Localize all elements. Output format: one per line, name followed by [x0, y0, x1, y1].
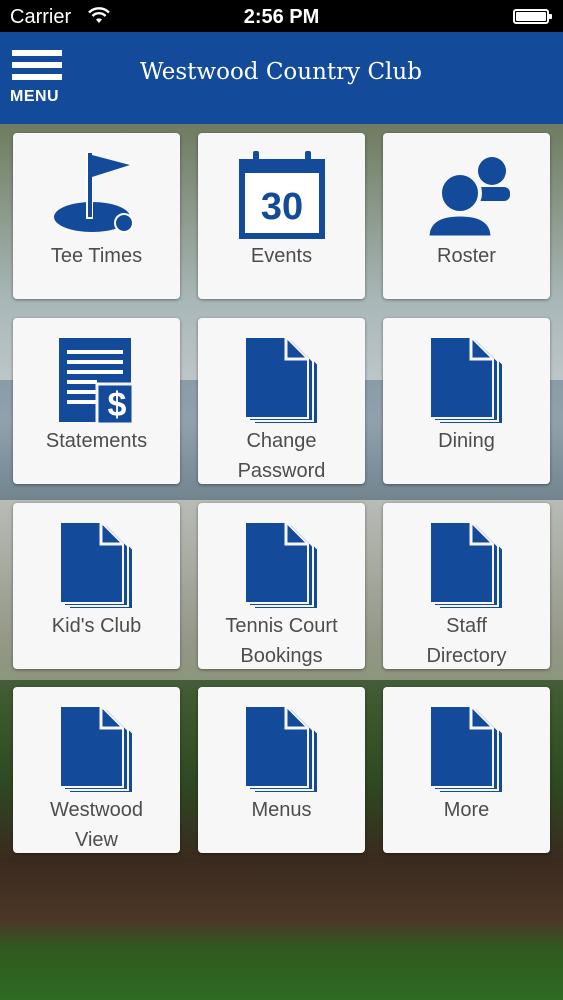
page-title: Westwood Country Club	[140, 59, 422, 85]
tile-label: Statements	[45, 430, 148, 452]
tile-label: Dining	[438, 430, 495, 452]
statement-dollar-icon: $	[58, 338, 134, 426]
tile-kids-club[interactable]: Kid's Club	[13, 503, 180, 669]
tile-label: Tee Times	[50, 245, 143, 267]
tile-events[interactable]: 30 Events	[198, 133, 365, 299]
document-icon	[243, 336, 319, 425]
document-icon	[243, 521, 319, 610]
menu-label: MENU	[10, 88, 60, 105]
tile-menus[interactable]: Menus	[198, 687, 365, 853]
document-icon	[428, 336, 504, 425]
tile-more[interactable]: More	[383, 687, 550, 853]
app-header: MENU Westwood Country Club	[0, 32, 563, 124]
tile-westwood-view[interactable]: Westwood View	[13, 687, 180, 853]
tile-label: Change Password	[237, 430, 326, 482]
golf-flag-icon	[53, 153, 134, 233]
tile-label: Tennis Court Bookings	[225, 615, 338, 667]
tile-label: More	[443, 799, 490, 821]
hamburger-line-icon	[12, 50, 62, 56]
document-icon	[58, 705, 134, 794]
tile-dining[interactable]: Dining	[383, 318, 550, 484]
document-icon	[243, 705, 319, 794]
tile-tee-times[interactable]: Tee Times	[13, 133, 180, 299]
tile-label: Events	[250, 245, 313, 267]
document-icon	[428, 705, 504, 794]
hamburger-line-icon	[12, 62, 62, 68]
tile-label: Kid's Club	[51, 615, 142, 637]
tile-staff-directory[interactable]: Staff Directory	[383, 503, 550, 669]
clock: 2:56 PM	[243, 6, 320, 28]
hamburger-line-icon	[12, 74, 62, 80]
tile-label: Westwood View	[49, 799, 143, 851]
battery-icon	[513, 9, 552, 24]
document-icon	[58, 521, 134, 610]
tile-label: Staff Directory	[426, 615, 507, 667]
status-bar: Carrier 2:56 PM	[0, 0, 563, 32]
svg-text:$: $	[107, 386, 126, 424]
menu-button[interactable]: MENU	[10, 50, 64, 110]
tile-statements[interactable]: $ Statements	[13, 318, 180, 484]
tile-label: Menus	[251, 799, 312, 821]
calendar-day: 30	[260, 186, 302, 228]
tile-tennis-court-bookings[interactable]: Tennis Court Bookings	[198, 503, 365, 669]
tile-change-password[interactable]: Change Password	[198, 318, 365, 484]
people-icon	[425, 157, 510, 239]
tile-roster[interactable]: Roster	[383, 133, 550, 299]
calendar-icon: 30	[238, 151, 325, 239]
document-icon	[428, 521, 504, 610]
tile-label: Roster	[437, 245, 496, 267]
